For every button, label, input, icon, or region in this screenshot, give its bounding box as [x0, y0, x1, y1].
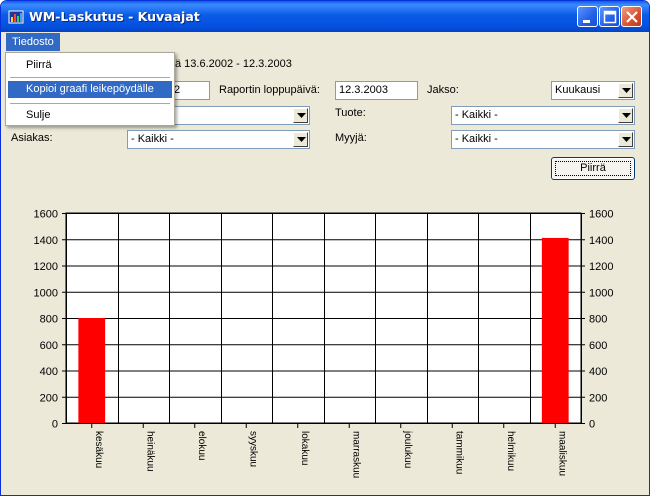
period-select[interactable]: Kuukausi: [551, 81, 635, 100]
customer-dropdown-button[interactable]: [293, 132, 308, 147]
x-tick-label: helmikuu: [505, 431, 516, 471]
minimize-icon: [583, 20, 590, 23]
y-tick-label-left: 200: [40, 392, 58, 404]
y-tick-label-left: 1400: [34, 235, 58, 247]
x-tick-label: joulukuu: [402, 430, 413, 468]
y-tick-label-right: 800: [589, 314, 607, 326]
product-select[interactable]: - Kaikki -: [451, 106, 635, 125]
y-tick-label-left: 1000: [34, 287, 58, 299]
y-tick-label-right: 1200: [589, 261, 613, 273]
y-tick-label-left: 400: [40, 366, 58, 378]
end-date-label: Raportin loppupäivä:: [219, 84, 320, 96]
x-tick-label: elokuu: [196, 431, 207, 460]
period-dropdown-button[interactable]: [618, 83, 633, 98]
app-icon: [8, 10, 24, 24]
menu-separator: [10, 103, 170, 104]
seller-value: - Kaikki -: [455, 133, 498, 145]
x-tick-label: heinäkuu: [144, 431, 155, 472]
y-tick-label-right: 400: [589, 366, 607, 378]
x-tick-label: marraskuu: [350, 431, 361, 478]
x-tick-label: syyskuu: [247, 431, 258, 467]
product-value: - Kaikki -: [455, 109, 498, 121]
window-title: WM-Laskutus - Kuvaajat: [29, 9, 200, 24]
menu-bar: Tiedosto: [4, 32, 646, 52]
seller-label: Myyjä:: [335, 132, 367, 144]
seller-select[interactable]: - Kaikki -: [451, 130, 635, 149]
bar: [78, 318, 106, 423]
y-tick-label-right: 1600: [589, 209, 613, 221]
focus-rect: [555, 161, 631, 176]
y-tick-label-right: 1000: [589, 287, 613, 299]
menu-tiedosto[interactable]: Tiedosto: [6, 33, 60, 51]
y-tick-label-left: 0: [52, 419, 58, 431]
menu-item-copy-graph[interactable]: Kopioi graafi leikepöydälle: [8, 81, 172, 98]
chevron-down-icon: [622, 137, 631, 142]
customer-value: - Kaikki -: [131, 133, 174, 145]
customer-label: Asiakas:: [11, 132, 53, 144]
y-tick-label-left: 800: [40, 314, 58, 326]
chevron-down-icon: [622, 113, 631, 118]
seller-dropdown-button[interactable]: [618, 132, 633, 147]
x-tick-label: maaliskuu: [556, 431, 567, 476]
draw-button[interactable]: Piirrä: [551, 157, 635, 180]
period-value: Kuukausi: [555, 84, 601, 96]
period-label: Jakso:: [427, 84, 459, 96]
hidden-select-dropdown-button[interactable]: [293, 108, 308, 123]
y-tick-label-left: 600: [40, 340, 58, 352]
maximize-icon: [603, 10, 617, 24]
bar-chart: 0 0 200 200 400 400 600 600 800 800 1000 1000 1200 12…: [34, 209, 614, 479]
tiedosto-menu: Piirrä Kopioi graafi leikepöydälle Sulje: [5, 52, 175, 126]
y-tick-label-right: 0: [589, 419, 595, 431]
close-button[interactable]: [621, 6, 642, 27]
menu-separator: [10, 77, 170, 78]
bar: [541, 237, 569, 423]
main-window: WM-Laskutus - Kuvaajat Tiedosto ä 13.6.2…: [0, 0, 650, 496]
product-label: Tuote:: [335, 107, 366, 119]
data-range-label: ä 13.6.2002 - 12.3.2003: [175, 58, 292, 70]
y-tick-label-right: 600: [589, 340, 607, 352]
menu-item-sulje[interactable]: Sulje: [8, 107, 172, 124]
minimize-button[interactable]: [577, 6, 598, 27]
chevron-down-icon: [297, 137, 306, 142]
y-tick-label-left: 1600: [34, 209, 58, 221]
maximize-button[interactable]: [599, 6, 620, 27]
x-tick-label: kesäkuu: [93, 431, 104, 468]
customer-select[interactable]: - Kaikki -: [127, 130, 310, 149]
y-tick-label-left: 1200: [34, 261, 58, 273]
close-icon: [626, 11, 638, 23]
x-tick-label: tammikuu: [453, 431, 464, 474]
y-tick-label-right: 200: [589, 392, 607, 404]
chevron-down-icon: [622, 88, 631, 93]
menu-item-piirra[interactable]: Piirrä: [8, 57, 172, 74]
y-tick-label-right: 1400: [589, 235, 613, 247]
x-tick-label: lokakuu: [299, 431, 310, 465]
end-date-input[interactable]: 12.3.2003: [335, 81, 418, 100]
product-dropdown-button[interactable]: [618, 108, 633, 123]
chevron-down-icon: [297, 113, 306, 118]
title-bar[interactable]: WM-Laskutus - Kuvaajat: [1, 1, 649, 32]
